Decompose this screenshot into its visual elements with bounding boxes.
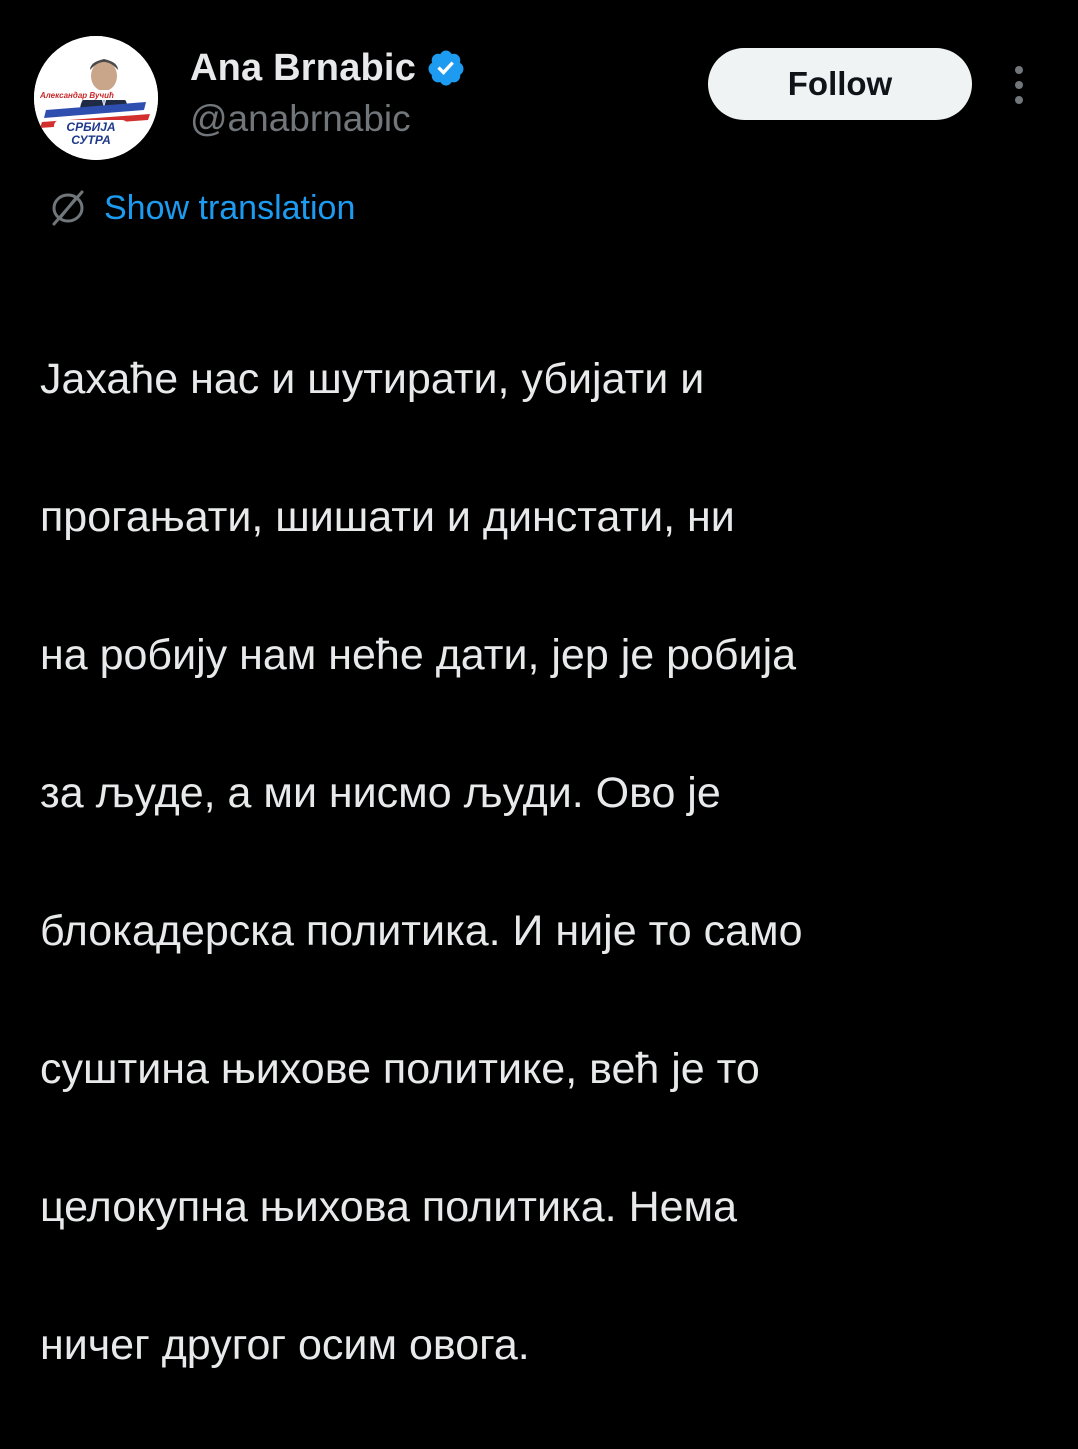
tweet-text-line: ничег другог осим овога. bbox=[40, 1321, 530, 1369]
tweet-text-line: Јахаће нас и шутирати, убијати и bbox=[40, 355, 705, 403]
author-avatar[interactable]: Александар Вучић СРБИЈА СУТРА bbox=[34, 36, 158, 160]
translate-globe-icon bbox=[48, 188, 88, 228]
verified-badge-icon bbox=[426, 48, 466, 88]
tweet: Александар Вучић СРБИЈА СУТРА Ana Brnabi… bbox=[0, 0, 1078, 1369]
author-name[interactable]: Ana Brnabic bbox=[190, 47, 416, 90]
avatar-caption: Александар Вучић bbox=[40, 91, 114, 100]
author-handle[interactable]: @anabrnabic bbox=[190, 98, 411, 140]
tweet-text-line: целокупна њихова политика. Нема bbox=[40, 1183, 738, 1231]
tweet-text-line: суштина њихове политике, већ је то bbox=[40, 1045, 760, 1093]
tweet-text-line: за људе, а ми нисмо људи. Ово је bbox=[40, 769, 721, 817]
more-vertical-icon[interactable] bbox=[1006, 64, 1032, 106]
tweet-text-line: прогањати, шишати и динстати, ни bbox=[40, 493, 735, 541]
follow-button[interactable]: Follow bbox=[708, 48, 972, 120]
show-translation-label: Show translation bbox=[104, 188, 356, 227]
avatar-text-line1: СРБИЈА bbox=[66, 120, 116, 134]
tweet-text: Јахаће нас и шутирати, убијати и прогања… bbox=[40, 276, 1040, 1449]
avatar-text-line2: СУТРА bbox=[71, 133, 111, 147]
tweet-text-line: на робију нам неће дати, јер је робија bbox=[40, 631, 797, 679]
author-name-row: Ana Brnabic bbox=[190, 44, 466, 92]
show-translation-link[interactable]: Show translation bbox=[48, 186, 355, 230]
tweet-text-line: блокадерска политика. И није то само bbox=[40, 907, 803, 955]
